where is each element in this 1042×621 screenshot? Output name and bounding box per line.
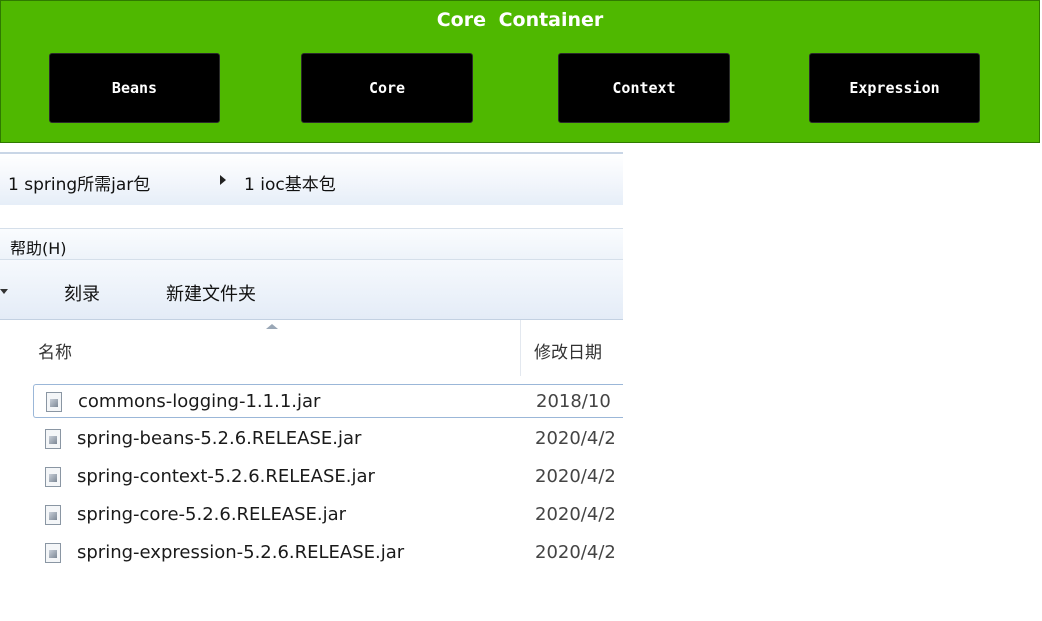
- menu-bar: 帮助(H): [0, 228, 623, 260]
- file-row[interactable]: spring-beans-5.2.6.RELEASE.jar 2020/4/2: [33, 422, 623, 456]
- core-container-diagram: Core Container Beans Core Context Expres…: [0, 0, 1040, 143]
- breadcrumb-parent-folder[interactable]: 1 spring所需jar包: [8, 170, 150, 195]
- column-header: 名称 修改日期: [0, 320, 623, 376]
- toolbar: 刻录 新建文件夹: [0, 260, 623, 320]
- breadcrumb-arrow-icon[interactable]: [220, 175, 226, 185]
- file-row[interactable]: spring-expression-5.2.6.RELEASE.jar 2020…: [33, 536, 623, 570]
- module-context: Context: [558, 53, 730, 123]
- file-date: 2020/4/2: [535, 466, 616, 487]
- column-date-header[interactable]: 修改日期: [534, 338, 602, 363]
- file-explorer: 1 spring所需jar包 1 ioc基本包 帮助(H) 刻录 新建文件夹 名…: [0, 152, 623, 610]
- file-date: 2020/4/2: [535, 504, 616, 525]
- jar-file-icon: [45, 467, 61, 487]
- file-name[interactable]: spring-expression-5.2.6.RELEASE.jar: [77, 542, 404, 563]
- address-bar[interactable]: 1 spring所需jar包 1 ioc基本包: [0, 152, 623, 205]
- jar-file-icon: [45, 543, 61, 563]
- file-date: 2020/4/2: [535, 542, 616, 563]
- sort-ascending-icon: [266, 324, 278, 329]
- menu-help[interactable]: 帮助(H): [10, 235, 67, 259]
- burn-button[interactable]: 刻录: [64, 280, 100, 306]
- column-divider[interactable]: [520, 320, 521, 376]
- file-date: 2020/4/2: [535, 428, 616, 449]
- new-folder-button[interactable]: 新建文件夹: [166, 280, 256, 306]
- file-name[interactable]: commons-logging-1.1.1.jar: [78, 391, 320, 412]
- column-name-header[interactable]: 名称: [38, 338, 72, 363]
- file-name[interactable]: spring-beans-5.2.6.RELEASE.jar: [77, 428, 361, 449]
- file-date: 2018/10: [536, 391, 611, 412]
- jar-file-icon: [46, 392, 62, 412]
- core-container-title: Core Container: [436, 9, 604, 31]
- file-name[interactable]: spring-core-5.2.6.RELEASE.jar: [77, 504, 346, 525]
- module-core: Core: [301, 53, 473, 123]
- file-row[interactable]: spring-core-5.2.6.RELEASE.jar 2020/4/2: [33, 498, 623, 532]
- jar-file-icon: [45, 505, 61, 525]
- module-expression: Expression: [809, 53, 980, 123]
- dropdown-arrow-icon[interactable]: [0, 289, 8, 294]
- file-row[interactable]: commons-logging-1.1.1.jar 2018/10: [33, 384, 623, 418]
- file-row[interactable]: spring-context-5.2.6.RELEASE.jar 2020/4/…: [33, 460, 623, 494]
- breadcrumb-current-folder[interactable]: 1 ioc基本包: [244, 170, 336, 195]
- jar-file-icon: [45, 429, 61, 449]
- file-name[interactable]: spring-context-5.2.6.RELEASE.jar: [77, 466, 375, 487]
- module-beans: Beans: [49, 53, 220, 123]
